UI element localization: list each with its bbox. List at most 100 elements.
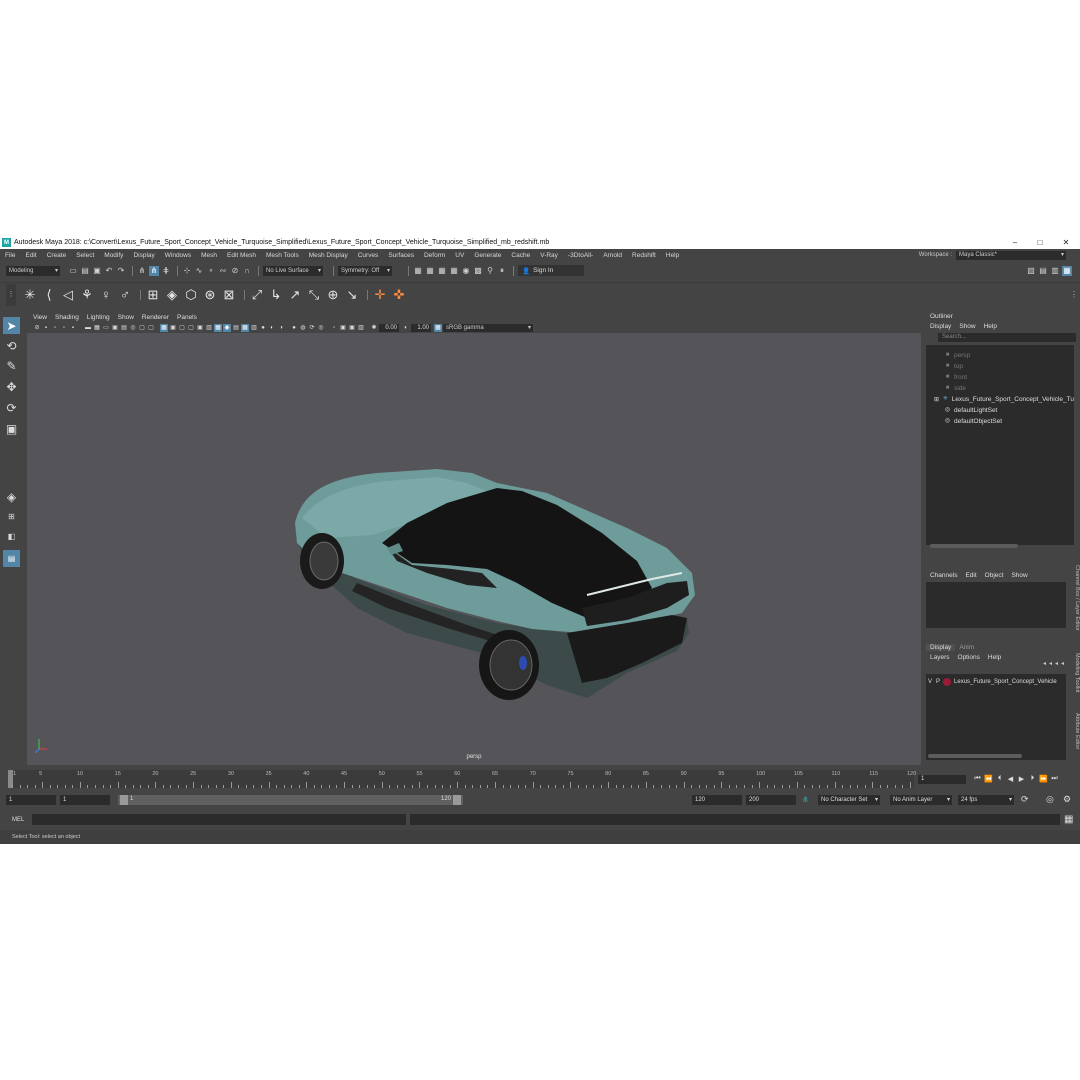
two-d-pan-icon[interactable]: ▪ (69, 324, 77, 332)
fps-dropdown[interactable]: 24 fps (958, 795, 1014, 805)
scale-tool-icon[interactable]: ▣ (3, 420, 20, 437)
xray-joints-icon[interactable]: ◑ (277, 324, 285, 332)
xray-icon[interactable]: ◐ (268, 324, 276, 332)
skin-bind-icon[interactable]: ⚘ (79, 287, 95, 303)
time-slider[interactable]: 1 5 10 15 20 25 30 35 40 45 50 55 60 65 70 75 80 85 90 95 1… (8, 770, 916, 788)
channel-box-menu-channels[interactable]: Channels (926, 572, 961, 579)
humanik-icon[interactable]: ♀ (98, 287, 114, 303)
outliner-item[interactable]: ⊞ ✳ Lexus_Future_Sport_Concept_Vehicle_Tu (926, 394, 1074, 405)
render-view-icon[interactable]: ▦ (413, 266, 423, 276)
outliner-item[interactable]: ◎ defaultLightSet (926, 405, 1074, 416)
play-forward-icon[interactable]: ▶ (1016, 775, 1027, 783)
ik-handle-icon[interactable]: ⟨ (41, 287, 57, 303)
lattice-icon[interactable]: ⊞ (145, 287, 161, 303)
outliner-search-input[interactable]: Search... (938, 333, 1076, 342)
motion-blur-icon[interactable]: ▤ (232, 324, 240, 332)
current-frame-field[interactable]: 1 (918, 774, 966, 784)
live-surface-dropdown[interactable]: No Live Surface (263, 265, 323, 276)
outliner-item[interactable]: ■ top (926, 361, 1074, 372)
select-camera-icon[interactable]: ⊘ (33, 324, 41, 332)
layer-visibility-toggle[interactable]: V (928, 679, 932, 685)
camera-attributes-icon[interactable]: ▪ (42, 324, 50, 332)
orient-constraint-icon[interactable]: ↗ (287, 287, 303, 303)
viewport-menu-show[interactable]: Show (114, 314, 138, 321)
render-settings-icon[interactable]: ▦ (449, 266, 459, 276)
bookmarks-icon[interactable]: ▫ (51, 324, 59, 332)
grid-toggle-icon[interactable]: ▦ (93, 324, 101, 332)
playback-end-field[interactable]: 120 (692, 795, 742, 805)
layout-two-icon[interactable]: ◧ (3, 528, 20, 545)
wireframe-on-shaded-icon[interactable]: ▢ (187, 324, 195, 332)
menu-edit[interactable]: Edit (20, 252, 41, 259)
menu-create[interactable]: Create (42, 252, 72, 259)
paint-select-icon[interactable]: ✎ (3, 357, 20, 374)
channel-box-tab[interactable]: Channel Box / Layer Editor (1070, 565, 1080, 631)
snap-live-icon[interactable]: ⊘ (230, 266, 240, 276)
menu-mesh-display[interactable]: Mesh Display (304, 252, 353, 259)
field-chart-icon[interactable]: ◎ (129, 324, 137, 332)
step-back-key-icon[interactable]: ⏪ (983, 775, 994, 783)
cluster-icon[interactable]: ⬡ (183, 287, 199, 303)
safe-title-icon[interactable]: ▢ (147, 324, 155, 332)
go-to-end-icon[interactable]: ⏭ (1049, 775, 1060, 783)
select-tool-icon[interactable]: ➤ (3, 317, 20, 334)
layout-four-icon[interactable]: ⊞ (3, 508, 20, 525)
step-back-frame-icon[interactable]: ⏴ (994, 775, 1005, 783)
close-button[interactable]: ✕ (1053, 236, 1079, 249)
layer-menu-layers[interactable]: Layers (926, 654, 954, 661)
material-icon[interactable]: ◍ (299, 324, 307, 332)
anim-preferences-icon[interactable]: ⚙ (1063, 794, 1071, 805)
menu-edit-mesh[interactable]: Edit Mesh (222, 252, 261, 259)
script-editor-icon[interactable]: ▦ (1064, 814, 1073, 825)
menu-surfaces[interactable]: Surfaces (383, 252, 419, 259)
menu-redshift[interactable]: Redshift (627, 252, 661, 259)
shadows-icon[interactable]: ▦ (214, 323, 222, 332)
layer-move-down-icon[interactable]: ◂ (1049, 660, 1052, 667)
textured-icon[interactable]: ▣ (196, 324, 204, 332)
safe-action-icon[interactable]: ▢ (138, 324, 146, 332)
wrap-icon[interactable]: ◈ (164, 287, 180, 303)
soft-mod-icon[interactable]: ⊛ (202, 287, 218, 303)
menu-set-dropdown[interactable]: Modeling (6, 265, 60, 276)
layer-row[interactable]: V P Lexus_Future_Sport_Concept_Vehicle (928, 677, 1066, 687)
menu-generate[interactable]: Generate (469, 252, 506, 259)
ambient-occlusion-icon[interactable]: ◉ (223, 323, 231, 332)
point-constraint-icon[interactable]: ↳ (268, 287, 284, 303)
channel-box-icon[interactable]: ▦ (1062, 265, 1072, 276)
snap-grid-icon[interactable]: ⊹ (182, 266, 192, 276)
new-layer-selected-icon[interactable]: ◂ (1061, 660, 1064, 667)
menu-modify[interactable]: Modify (99, 252, 128, 259)
new-scene-icon[interactable]: ▭ (68, 266, 78, 276)
heads-up-display-icon[interactable]: ▫ (330, 324, 338, 332)
sculpt-deformer-icon[interactable]: ✜ (391, 287, 407, 303)
menu-display[interactable]: Display (128, 252, 159, 259)
maximize-button[interactable]: □ (1027, 236, 1053, 249)
channel-box-menu-object[interactable]: Object (981, 572, 1008, 579)
menu-mesh[interactable]: Mesh (196, 252, 222, 259)
magnet-icon[interactable]: ∩ (242, 266, 252, 276)
lasso-tool-icon[interactable]: ⟲ (3, 337, 20, 354)
redo-icon[interactable]: ↷ (116, 266, 126, 276)
go-to-start-icon[interactable]: ⏮ (972, 775, 983, 783)
range-start-handle[interactable] (120, 795, 128, 805)
menu-windows[interactable]: Windows (160, 252, 196, 259)
layer-move-up-icon[interactable]: ◂ (1043, 660, 1046, 667)
select-hierarchy-icon[interactable]: ⋔ (137, 266, 147, 276)
outliner-menu-display[interactable]: Display (926, 323, 955, 330)
menu-v-ray[interactable]: V-Ray (535, 252, 563, 259)
layer-scrollbar[interactable] (928, 754, 1022, 758)
menu-file[interactable]: File (0, 252, 20, 259)
menu-mesh-tools[interactable]: Mesh Tools (261, 252, 304, 259)
character-set-dropdown[interactable]: No Character Set (818, 795, 880, 805)
minimize-button[interactable]: – (1002, 236, 1028, 249)
outliner-menu-show[interactable]: Show (955, 323, 979, 330)
layout-single-icon[interactable]: ◈ (3, 488, 20, 505)
smooth-shade-icon[interactable]: ▢ (178, 324, 186, 332)
gamma-field[interactable]: 1.00 (411, 323, 431, 332)
layer-color-swatch[interactable] (943, 678, 952, 686)
resolution-gate-icon[interactable]: ▣ (111, 324, 119, 332)
layer-menu-help[interactable]: Help (984, 654, 1005, 661)
modeling-toolkit-tab[interactable]: Modeling Toolkit (1070, 653, 1080, 692)
menu-cache[interactable]: Cache (506, 252, 535, 259)
depth-of-field-icon[interactable]: ▥ (250, 324, 258, 332)
